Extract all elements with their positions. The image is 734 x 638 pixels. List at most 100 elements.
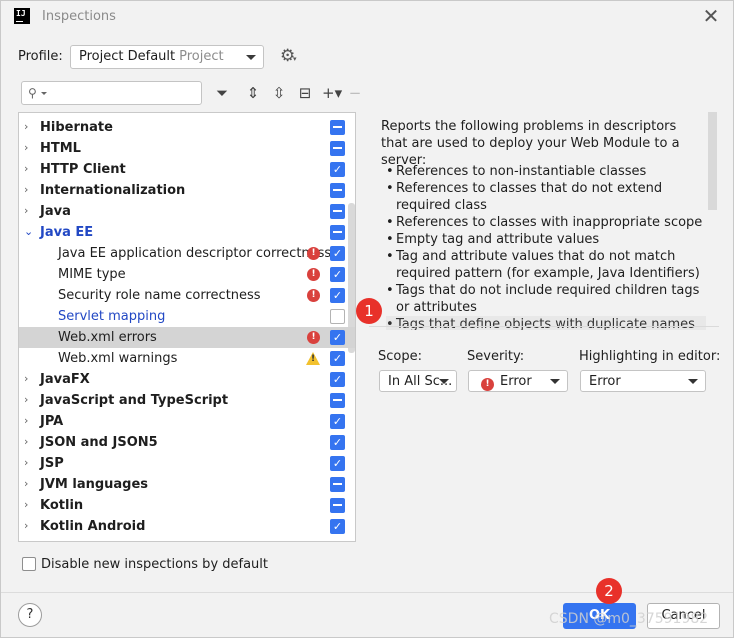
collapse-all-icon[interactable]: ⇳: [270, 83, 288, 105]
enabled-checkbox[interactable]: [330, 141, 345, 156]
chevron-down-icon: [41, 92, 47, 95]
tree-inspection-row[interactable]: Servlet mapping: [19, 306, 355, 327]
tree-group-row[interactable]: › JVM languages: [19, 474, 355, 495]
tree-row-label: Kotlin Android: [40, 519, 146, 534]
tree-group-row[interactable]: › Kotlin Android ✓: [19, 516, 355, 537]
tree-inspection-row[interactable]: Java EE application descriptor correctne…: [19, 243, 355, 264]
footer-divider: [1, 592, 733, 593]
add-icon[interactable]: +▾: [322, 83, 342, 105]
enabled-checkbox[interactable]: ✓: [330, 456, 345, 471]
disable-new-inspections-checkbox[interactable]: [22, 557, 36, 571]
enabled-checkbox[interactable]: ✓: [330, 246, 345, 261]
tree-group-row[interactable]: › JPA ✓: [19, 411, 355, 432]
enabled-checkbox[interactable]: ✓: [330, 372, 345, 387]
description-list: References to non-instantiable classesRe…: [386, 163, 706, 330]
tree-row-label: HTML: [40, 141, 81, 156]
chevron-right-icon[interactable]: ›: [24, 477, 36, 490]
tree-group-row[interactable]: › HTTP Client ✓: [19, 159, 355, 180]
description-item: Empty tag and attribute values: [386, 231, 706, 248]
enabled-checkbox[interactable]: ✓: [330, 267, 345, 282]
gear-icon[interactable]: ⚙ ▾: [280, 46, 298, 66]
expand-all-icon[interactable]: ⇕: [244, 83, 262, 105]
chevron-right-icon[interactable]: ›: [24, 372, 36, 385]
help-button[interactable]: ?: [18, 603, 42, 627]
tree-group-row[interactable]: › Kotlin: [19, 495, 355, 516]
search-input[interactable]: ⚲: [21, 81, 202, 105]
chevron-right-icon[interactable]: ›: [24, 183, 36, 196]
chevron-right-icon[interactable]: ›: [24, 162, 36, 175]
enabled-checkbox[interactable]: ✓: [330, 414, 345, 429]
tree-row-label: JavaFX: [40, 372, 90, 387]
enabled-checkbox[interactable]: [330, 477, 345, 492]
enabled-checkbox[interactable]: ✓: [330, 330, 345, 345]
highlighting-value: Error: [589, 374, 621, 389]
enabled-checkbox[interactable]: [330, 393, 345, 408]
intellij-logo-icon: IJ: [14, 8, 30, 24]
enabled-checkbox[interactable]: [330, 309, 345, 324]
enabled-checkbox[interactable]: [330, 204, 345, 219]
severity-value: Error: [500, 374, 532, 389]
enabled-checkbox[interactable]: ✓: [330, 519, 345, 534]
highlighting-dropdown[interactable]: Error: [580, 370, 706, 392]
divider: [369, 326, 719, 327]
chevron-right-icon[interactable]: ›: [24, 120, 36, 133]
tree-group-row[interactable]: ⌄ Java EE: [19, 222, 355, 243]
enabled-checkbox[interactable]: ✓: [330, 288, 345, 303]
error-icon: !: [307, 247, 320, 260]
chevron-right-icon[interactable]: ›: [24, 141, 36, 154]
severity-dropdown[interactable]: ! Error: [468, 370, 568, 392]
tree-inspection-row[interactable]: MIME type! ✓: [19, 264, 355, 285]
tree-row-label: Internationalization: [40, 183, 186, 198]
annotation-marker-2: 2: [596, 578, 622, 604]
tree-group-row[interactable]: › JavaScript and TypeScript: [19, 390, 355, 411]
chevron-right-icon[interactable]: ›: [24, 498, 36, 511]
error-icon: !: [307, 331, 320, 344]
tree-group-row[interactable]: › JavaFX ✓: [19, 369, 355, 390]
tree-group-row[interactable]: › HTML: [19, 138, 355, 159]
chevron-right-icon[interactable]: ›: [24, 204, 36, 217]
tree-row-label: Hibernate: [40, 120, 113, 135]
disable-new-inspections-label[interactable]: Disable new inspections by default: [41, 557, 268, 572]
close-icon[interactable]: ✕: [701, 4, 721, 28]
error-icon: !: [481, 378, 494, 391]
enabled-checkbox[interactable]: [330, 120, 345, 135]
chevron-right-icon[interactable]: ›: [24, 435, 36, 448]
tree-row-label: HTTP Client: [40, 162, 126, 177]
description-item: References to classes that do not extend…: [386, 180, 706, 214]
enabled-checkbox[interactable]: [330, 498, 345, 513]
tree-row-label: JSP: [40, 456, 64, 471]
tree-inspection-row[interactable]: Web.xml errors! ✓: [19, 327, 355, 348]
search-icon: ⚲: [28, 86, 37, 100]
tree-group-row[interactable]: › Internationalization: [19, 180, 355, 201]
scope-dropdown[interactable]: In All Sc...: [379, 370, 457, 392]
chevron-right-icon[interactable]: ›: [24, 519, 36, 532]
tree-inspection-row[interactable]: Web.xml warnings! ✓: [19, 348, 355, 369]
tree-group-row[interactable]: › Java: [19, 201, 355, 222]
tree-row-label: Java: [40, 204, 71, 219]
tree-group-row[interactable]: › Hibernate: [19, 117, 355, 138]
tree-group-row[interactable]: › JSON and JSON5 ✓: [19, 432, 355, 453]
filter-icon[interactable]: ⏷: [212, 83, 232, 105]
enabled-checkbox[interactable]: ✓: [330, 435, 345, 450]
enabled-checkbox[interactable]: ✓: [330, 351, 345, 366]
chevron-right-icon[interactable]: ›: [24, 456, 36, 469]
description-scrollbar[interactable]: [708, 112, 717, 210]
tree-inspection-row[interactable]: Security role name correctness! ✓: [19, 285, 355, 306]
enabled-checkbox[interactable]: [330, 183, 345, 198]
tree-row-label: JavaScript and TypeScript: [40, 393, 229, 408]
chevron-right-icon[interactable]: ›: [24, 414, 36, 427]
chevron-down-icon: [439, 379, 449, 384]
chevron-down-icon: [246, 55, 256, 60]
inspection-tree[interactable]: › Hibernate › HTML › HTTP Client ✓ › Internation…: [18, 112, 356, 542]
description-item: References to classes with inappropriate…: [386, 214, 706, 231]
tree-group-row[interactable]: › JSP ✓: [19, 453, 355, 474]
tree-row-label: Web.xml errors: [58, 330, 157, 345]
enabled-checkbox[interactable]: [330, 225, 345, 240]
chevron-down-icon[interactable]: ⌄: [24, 225, 36, 238]
description-panel: Reports the following problems in descri…: [369, 112, 719, 330]
chevron-right-icon[interactable]: ›: [24, 393, 36, 406]
reset-icon[interactable]: ⊟: [296, 83, 314, 105]
profile-dropdown[interactable]: Project Default Project: [70, 45, 264, 69]
severity-label: Severity:: [467, 349, 525, 364]
enabled-checkbox[interactable]: ✓: [330, 162, 345, 177]
